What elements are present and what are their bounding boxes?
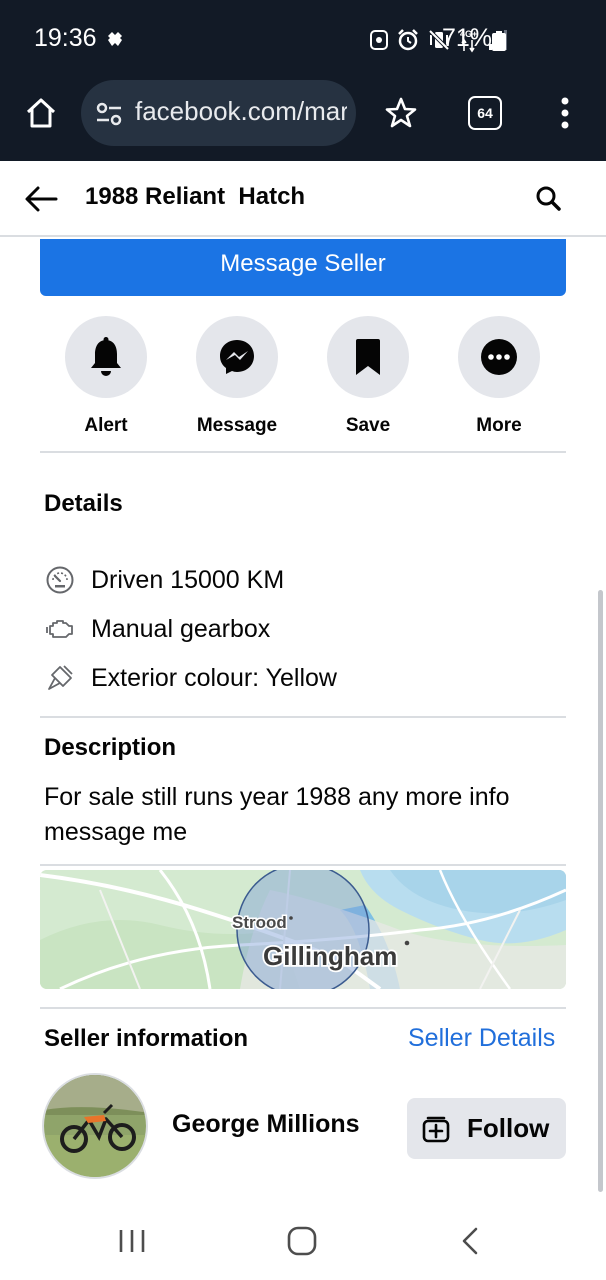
detail-colour-text: Exterior colour: Yellow bbox=[91, 663, 337, 692]
battery-percentage: 71% bbox=[442, 24, 493, 52]
bookmark-star-button[interactable] bbox=[382, 94, 420, 132]
seller-info-title: Seller information bbox=[44, 1025, 249, 1052]
system-nav-bar bbox=[0, 1200, 606, 1280]
app-header: 1988 Reliant Hatch bbox=[0, 161, 606, 237]
sync-icon bbox=[370, 30, 388, 50]
seller-avatar[interactable] bbox=[42, 1073, 148, 1179]
system-home-button[interactable] bbox=[287, 1226, 317, 1256]
back-button[interactable] bbox=[22, 181, 60, 217]
divider bbox=[40, 1007, 566, 1009]
arrow-left-icon bbox=[25, 186, 58, 212]
tab-switcher-button[interactable]: 64 bbox=[468, 96, 502, 130]
speedometer-icon bbox=[44, 564, 76, 596]
more-icon bbox=[481, 339, 517, 375]
detail-row-gearbox: Manual gearbox bbox=[44, 609, 270, 649]
messenger-icon bbox=[220, 340, 254, 374]
divider bbox=[40, 864, 566, 866]
recent-apps-icon bbox=[119, 1230, 145, 1252]
description-title: Description bbox=[44, 734, 177, 761]
description-text: For sale still runs year 1988 any more i… bbox=[44, 783, 510, 846]
url-text: facebook.com/marketplace bbox=[135, 96, 347, 126]
motorbike-photo bbox=[44, 1075, 146, 1177]
seller-name[interactable]: George Millions bbox=[172, 1110, 360, 1139]
save-label: Save bbox=[345, 415, 391, 436]
alarm-icon bbox=[398, 29, 418, 51]
message-seller-button[interactable]: Message Seller bbox=[40, 239, 566, 296]
seller-details-link[interactable]: Seller Details bbox=[408, 1024, 555, 1053]
status-time: 19:36 bbox=[34, 24, 97, 52]
battery-icon bbox=[492, 31, 506, 51]
notification-icon bbox=[104, 28, 126, 50]
message-label: Message bbox=[196, 415, 278, 436]
map-label-gillingham: Gillingham bbox=[263, 941, 397, 971]
address-bar[interactable]: facebook.com/marketplace bbox=[81, 80, 356, 146]
browser-toolbar: facebook.com/marketplace 64 bbox=[0, 80, 606, 161]
status-bar: 19:36 4G+ 71% bbox=[0, 0, 606, 80]
map-graphic: Strood Gillingham bbox=[40, 870, 566, 989]
map-label-strood: Strood bbox=[232, 913, 287, 932]
follow-button[interactable]: Follow bbox=[407, 1098, 566, 1159]
search-button[interactable] bbox=[533, 183, 565, 215]
follow-plus-icon bbox=[422, 1116, 450, 1142]
scrollbar[interactable] bbox=[598, 590, 603, 1192]
details-title: Details bbox=[44, 490, 123, 517]
divider bbox=[40, 451, 566, 453]
alert-label: Alert bbox=[84, 415, 128, 436]
engine-icon bbox=[44, 613, 76, 645]
browser-chrome: 19:36 4G+ 71% facebook.com/marketplace 6… bbox=[0, 0, 606, 161]
star-icon bbox=[385, 97, 417, 128]
message-button[interactable]: Message bbox=[187, 316, 287, 437]
detail-mileage-text: Driven 15000 KM bbox=[91, 565, 285, 594]
more-button[interactable]: More bbox=[449, 316, 549, 437]
detail-row-mileage: Driven 15000 KM bbox=[44, 560, 284, 600]
recent-apps-button[interactable] bbox=[118, 1228, 146, 1254]
bookmark-icon bbox=[356, 339, 380, 375]
browser-home-button[interactable] bbox=[22, 94, 60, 132]
action-row: Alert Message Save More bbox=[40, 316, 566, 436]
search-icon bbox=[536, 186, 561, 211]
home-circle-icon bbox=[287, 1226, 317, 1256]
system-back-button[interactable] bbox=[460, 1226, 480, 1256]
paintbrush-icon bbox=[44, 662, 76, 694]
alert-button[interactable]: Alert bbox=[56, 316, 156, 437]
site-settings-icon bbox=[96, 102, 122, 126]
page-title: 1988 Reliant Hatch bbox=[85, 183, 306, 210]
divider bbox=[40, 716, 566, 718]
location-map[interactable]: Strood Gillingham bbox=[40, 870, 566, 989]
home-icon bbox=[26, 98, 56, 128]
save-button[interactable]: Save bbox=[318, 316, 418, 437]
detail-gearbox-text: Manual gearbox bbox=[91, 614, 271, 643]
bell-icon bbox=[91, 337, 121, 376]
chevron-left-icon bbox=[462, 1227, 478, 1255]
detail-row-colour: Exterior colour: Yellow bbox=[44, 658, 337, 698]
browser-menu-button[interactable] bbox=[550, 94, 580, 132]
follow-label: Follow bbox=[467, 1113, 550, 1143]
more-label: More bbox=[476, 415, 522, 436]
more-vertical-icon bbox=[561, 97, 569, 129]
